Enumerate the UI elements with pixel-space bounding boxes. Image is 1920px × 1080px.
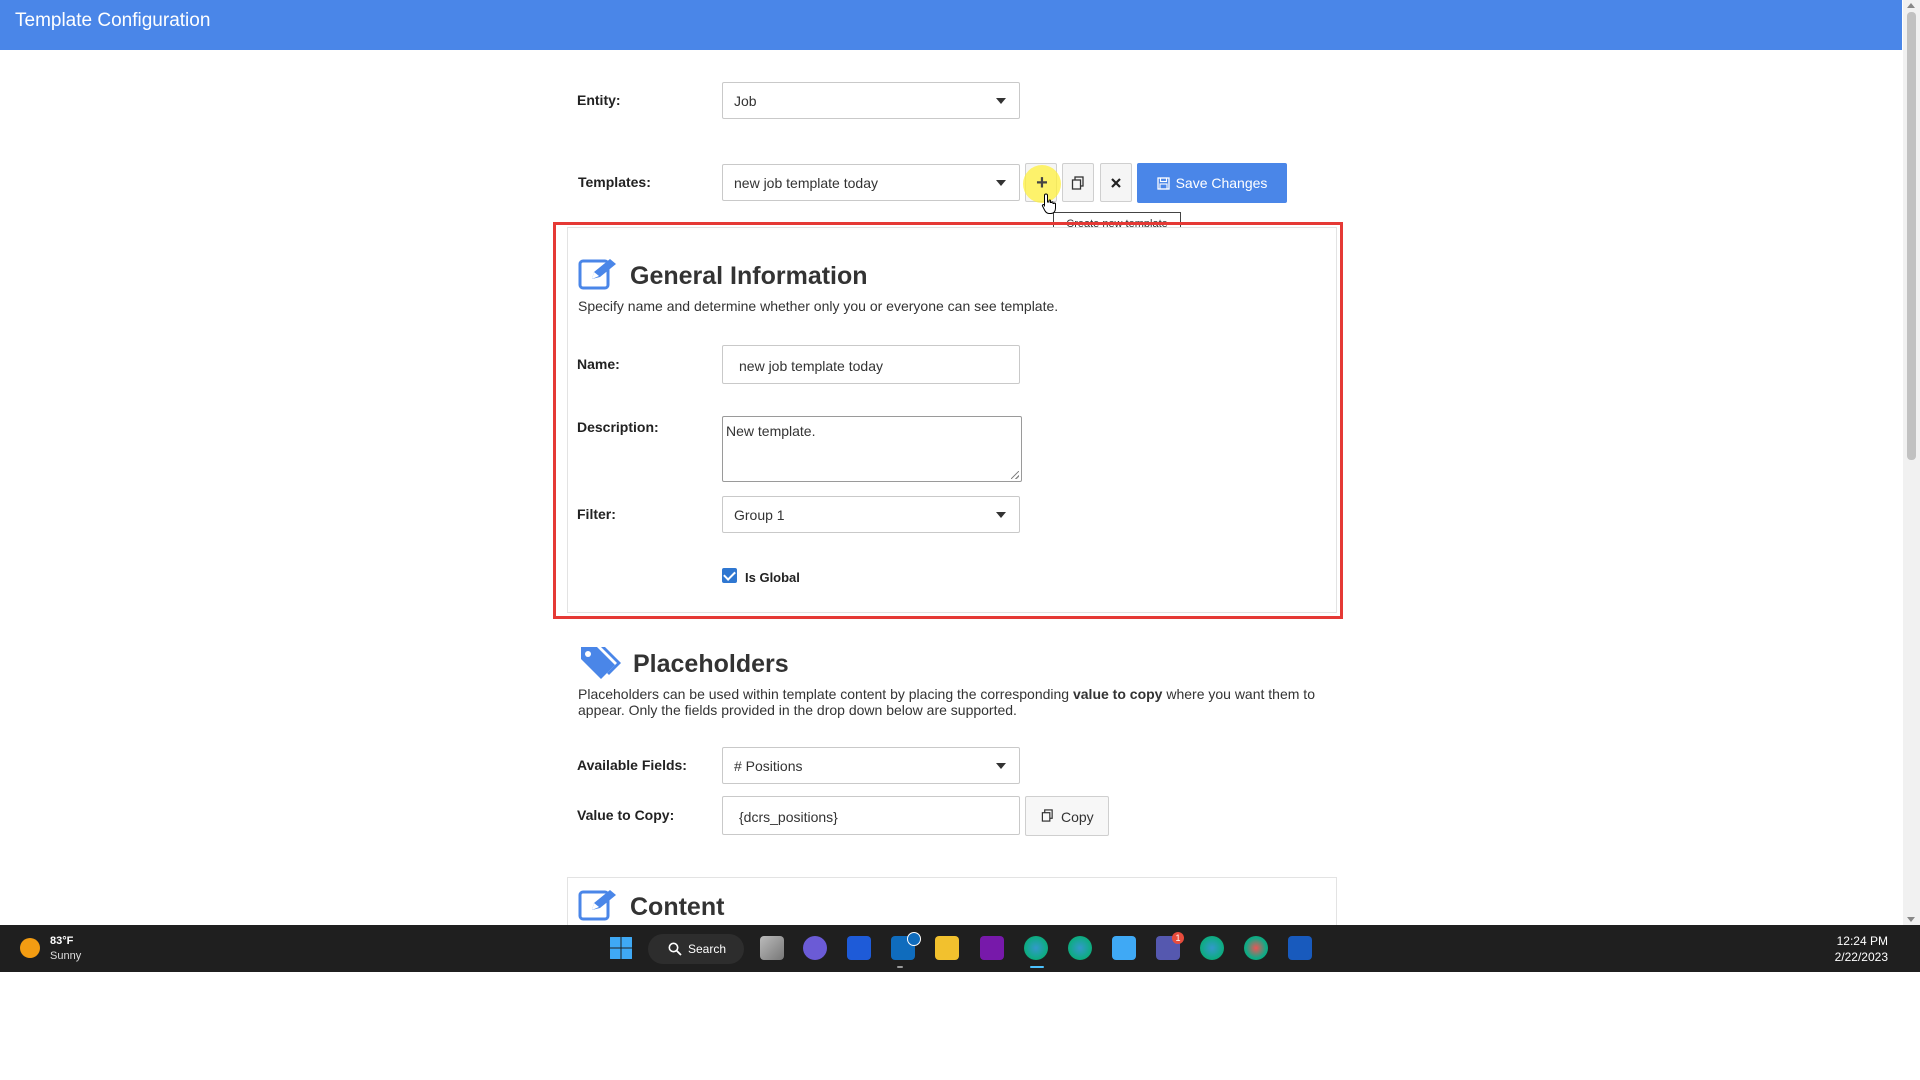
task-view-icon[interactable]	[760, 936, 784, 960]
copy-icon	[1071, 176, 1084, 190]
windows-start-icon[interactable]	[609, 936, 633, 960]
mouse-cursor-icon	[1041, 193, 1056, 214]
available-fields-value: # Positions	[734, 758, 803, 774]
teams-badge: 1	[1172, 932, 1184, 944]
placeholders-description: Placeholders can be used within template…	[578, 686, 1328, 718]
value-to-copy-value: {dcrs_positions}	[739, 809, 838, 825]
scroll-down-icon[interactable]	[1907, 917, 1915, 922]
clock-time[interactable]: 12:24 PM	[1837, 934, 1888, 948]
search-icon	[668, 942, 682, 956]
general-info-title: General Information	[630, 262, 868, 290]
scroll-thumb[interactable]	[1907, 12, 1916, 460]
active-indicator	[1030, 966, 1044, 968]
placeholders-title: Placeholders	[633, 650, 789, 678]
content-title: Content	[630, 893, 725, 921]
caret-down-icon	[996, 98, 1006, 104]
edit-icon	[578, 890, 616, 921]
entity-select[interactable]: Job	[722, 82, 1020, 119]
general-info-description: Specify name and determine whether only …	[578, 298, 1059, 314]
is-global-label: Is Global	[745, 570, 800, 585]
save-icon	[1156, 177, 1170, 190]
onenote-icon[interactable]	[980, 936, 1004, 960]
duplicate-template-button[interactable]	[1062, 163, 1094, 202]
word-icon[interactable]	[1288, 936, 1312, 960]
weather-temperature[interactable]: 83°F	[50, 935, 73, 947]
weather-condition[interactable]: Sunny	[50, 950, 81, 962]
edit-icon	[578, 259, 616, 290]
copy-button-label: Copy	[1061, 809, 1094, 825]
filter-label: Filter:	[577, 506, 616, 522]
vertical-scrollbar[interactable]	[1903, 0, 1920, 925]
placeholders-desc-bold: value to copy	[1072, 686, 1163, 702]
taskbar: 83°F Sunny Search 1 12:24 PM 2/22/2023	[0, 925, 1920, 972]
copy-button[interactable]: Copy	[1025, 796, 1109, 836]
edge-icon[interactable]	[1200, 936, 1224, 960]
file-explorer-icon[interactable]	[935, 936, 959, 960]
outlook-badge	[907, 932, 921, 946]
scroll-up-icon[interactable]	[1907, 3, 1915, 8]
available-fields-select[interactable]: # Positions	[722, 747, 1020, 784]
caret-down-icon	[996, 763, 1006, 769]
sun-icon[interactable]	[20, 938, 40, 958]
running-indicator	[897, 966, 903, 968]
name-input-value: new job template today	[739, 358, 883, 374]
clock-date[interactable]: 2/22/2023	[1835, 950, 1888, 964]
description-textarea[interactable]: New template.	[722, 416, 1022, 482]
templates-select[interactable]: new job template today	[722, 164, 1020, 201]
notepad-icon[interactable]	[1112, 936, 1136, 960]
filter-select-value: Group 1	[734, 507, 785, 523]
name-label: Name:	[577, 356, 620, 372]
delete-template-button[interactable]	[1100, 163, 1132, 202]
taskbar-search-label: Search	[688, 942, 727, 956]
tag-icon	[581, 647, 621, 679]
caret-down-icon	[996, 512, 1006, 518]
is-global-checkbox[interactable]	[722, 568, 737, 583]
value-to-copy-label: Value to Copy:	[577, 807, 675, 823]
description-textarea-value: New template.	[726, 423, 816, 439]
app-header: Template Configuration	[0, 0, 1902, 50]
app-window: Template Configuration Entity: Job Templ…	[0, 0, 1920, 925]
templates-select-value: new job template today	[734, 175, 878, 191]
entity-label: Entity:	[577, 92, 621, 108]
copy-icon	[1041, 809, 1053, 822]
page-title: Template Configuration	[15, 10, 211, 31]
entity-select-value: Job	[734, 93, 757, 109]
resize-handle-icon[interactable]	[1011, 471, 1019, 479]
close-icon	[1111, 178, 1121, 188]
taskbar-search[interactable]: Search	[648, 934, 744, 964]
value-to-copy-input[interactable]: {dcrs_positions}	[722, 796, 1020, 835]
edge-icon[interactable]	[1068, 936, 1092, 960]
save-changes-label: Save Changes	[1175, 175, 1268, 191]
edge-icon[interactable]	[1024, 936, 1048, 960]
caret-down-icon	[996, 180, 1006, 186]
placeholders-desc-part1: Placeholders can be used within template…	[578, 686, 1073, 702]
templates-label: Templates:	[578, 174, 651, 190]
edge-icon[interactable]	[1244, 936, 1268, 960]
chat-icon[interactable]	[803, 936, 827, 960]
name-input[interactable]: new job template today	[722, 345, 1020, 384]
save-changes-button[interactable]: Save Changes	[1137, 163, 1287, 203]
app-icon[interactable]	[847, 936, 871, 960]
available-fields-label: Available Fields:	[577, 757, 687, 773]
filter-select[interactable]: Group 1	[722, 496, 1020, 533]
description-label: Description:	[577, 419, 659, 435]
